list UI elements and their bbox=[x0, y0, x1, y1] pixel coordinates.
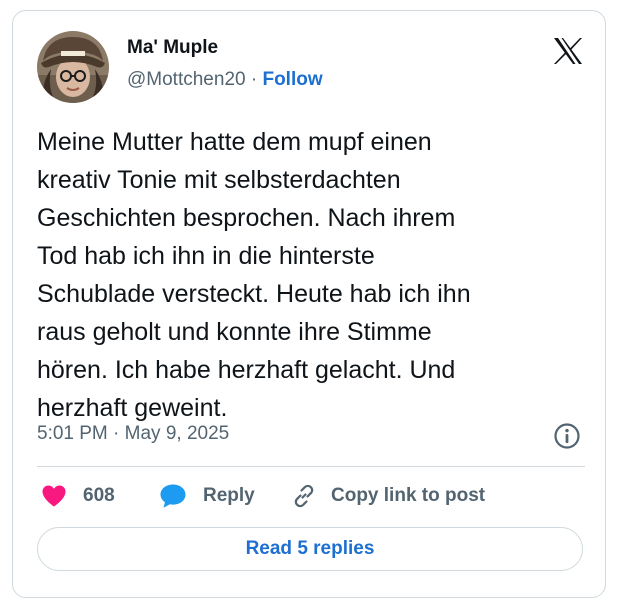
author-handle[interactable]: @Mottchen20 bbox=[127, 69, 246, 90]
author-name[interactable]: Ma' Muple bbox=[127, 37, 218, 59]
info-icon[interactable] bbox=[553, 422, 581, 450]
read-replies-button[interactable]: Read 5 replies bbox=[37, 527, 583, 571]
like-count: 608 bbox=[83, 485, 115, 506]
handle-separator: · bbox=[245, 69, 263, 90]
reply-label: Reply bbox=[203, 485, 255, 506]
avatar-image bbox=[37, 31, 109, 103]
post-text: Meine Mutter hatte dem mupf einen kreati… bbox=[37, 128, 471, 422]
copy-link-button[interactable]: Copy link to post bbox=[291, 481, 485, 511]
x-logo-icon[interactable] bbox=[553, 37, 583, 65]
like-button[interactable]: 608 bbox=[41, 481, 115, 511]
author-handle-row: @Mottchen20 · Follow bbox=[127, 69, 323, 91]
link-icon bbox=[294, 484, 314, 508]
post-card: Ma' Muple @Mottchen20 · Follow Meine Mut… bbox=[12, 10, 606, 598]
post-timestamp[interactable]: 5:01 PM · May 9, 2025 bbox=[37, 423, 229, 445]
reply-button[interactable]: Reply bbox=[159, 481, 255, 511]
follow-button[interactable]: Follow bbox=[262, 69, 322, 90]
avatar[interactable] bbox=[37, 31, 109, 103]
divider bbox=[37, 466, 585, 467]
copy-link-label: Copy link to post bbox=[331, 485, 486, 506]
speech-bubble-icon bbox=[160, 484, 186, 508]
heart-icon bbox=[42, 485, 66, 507]
